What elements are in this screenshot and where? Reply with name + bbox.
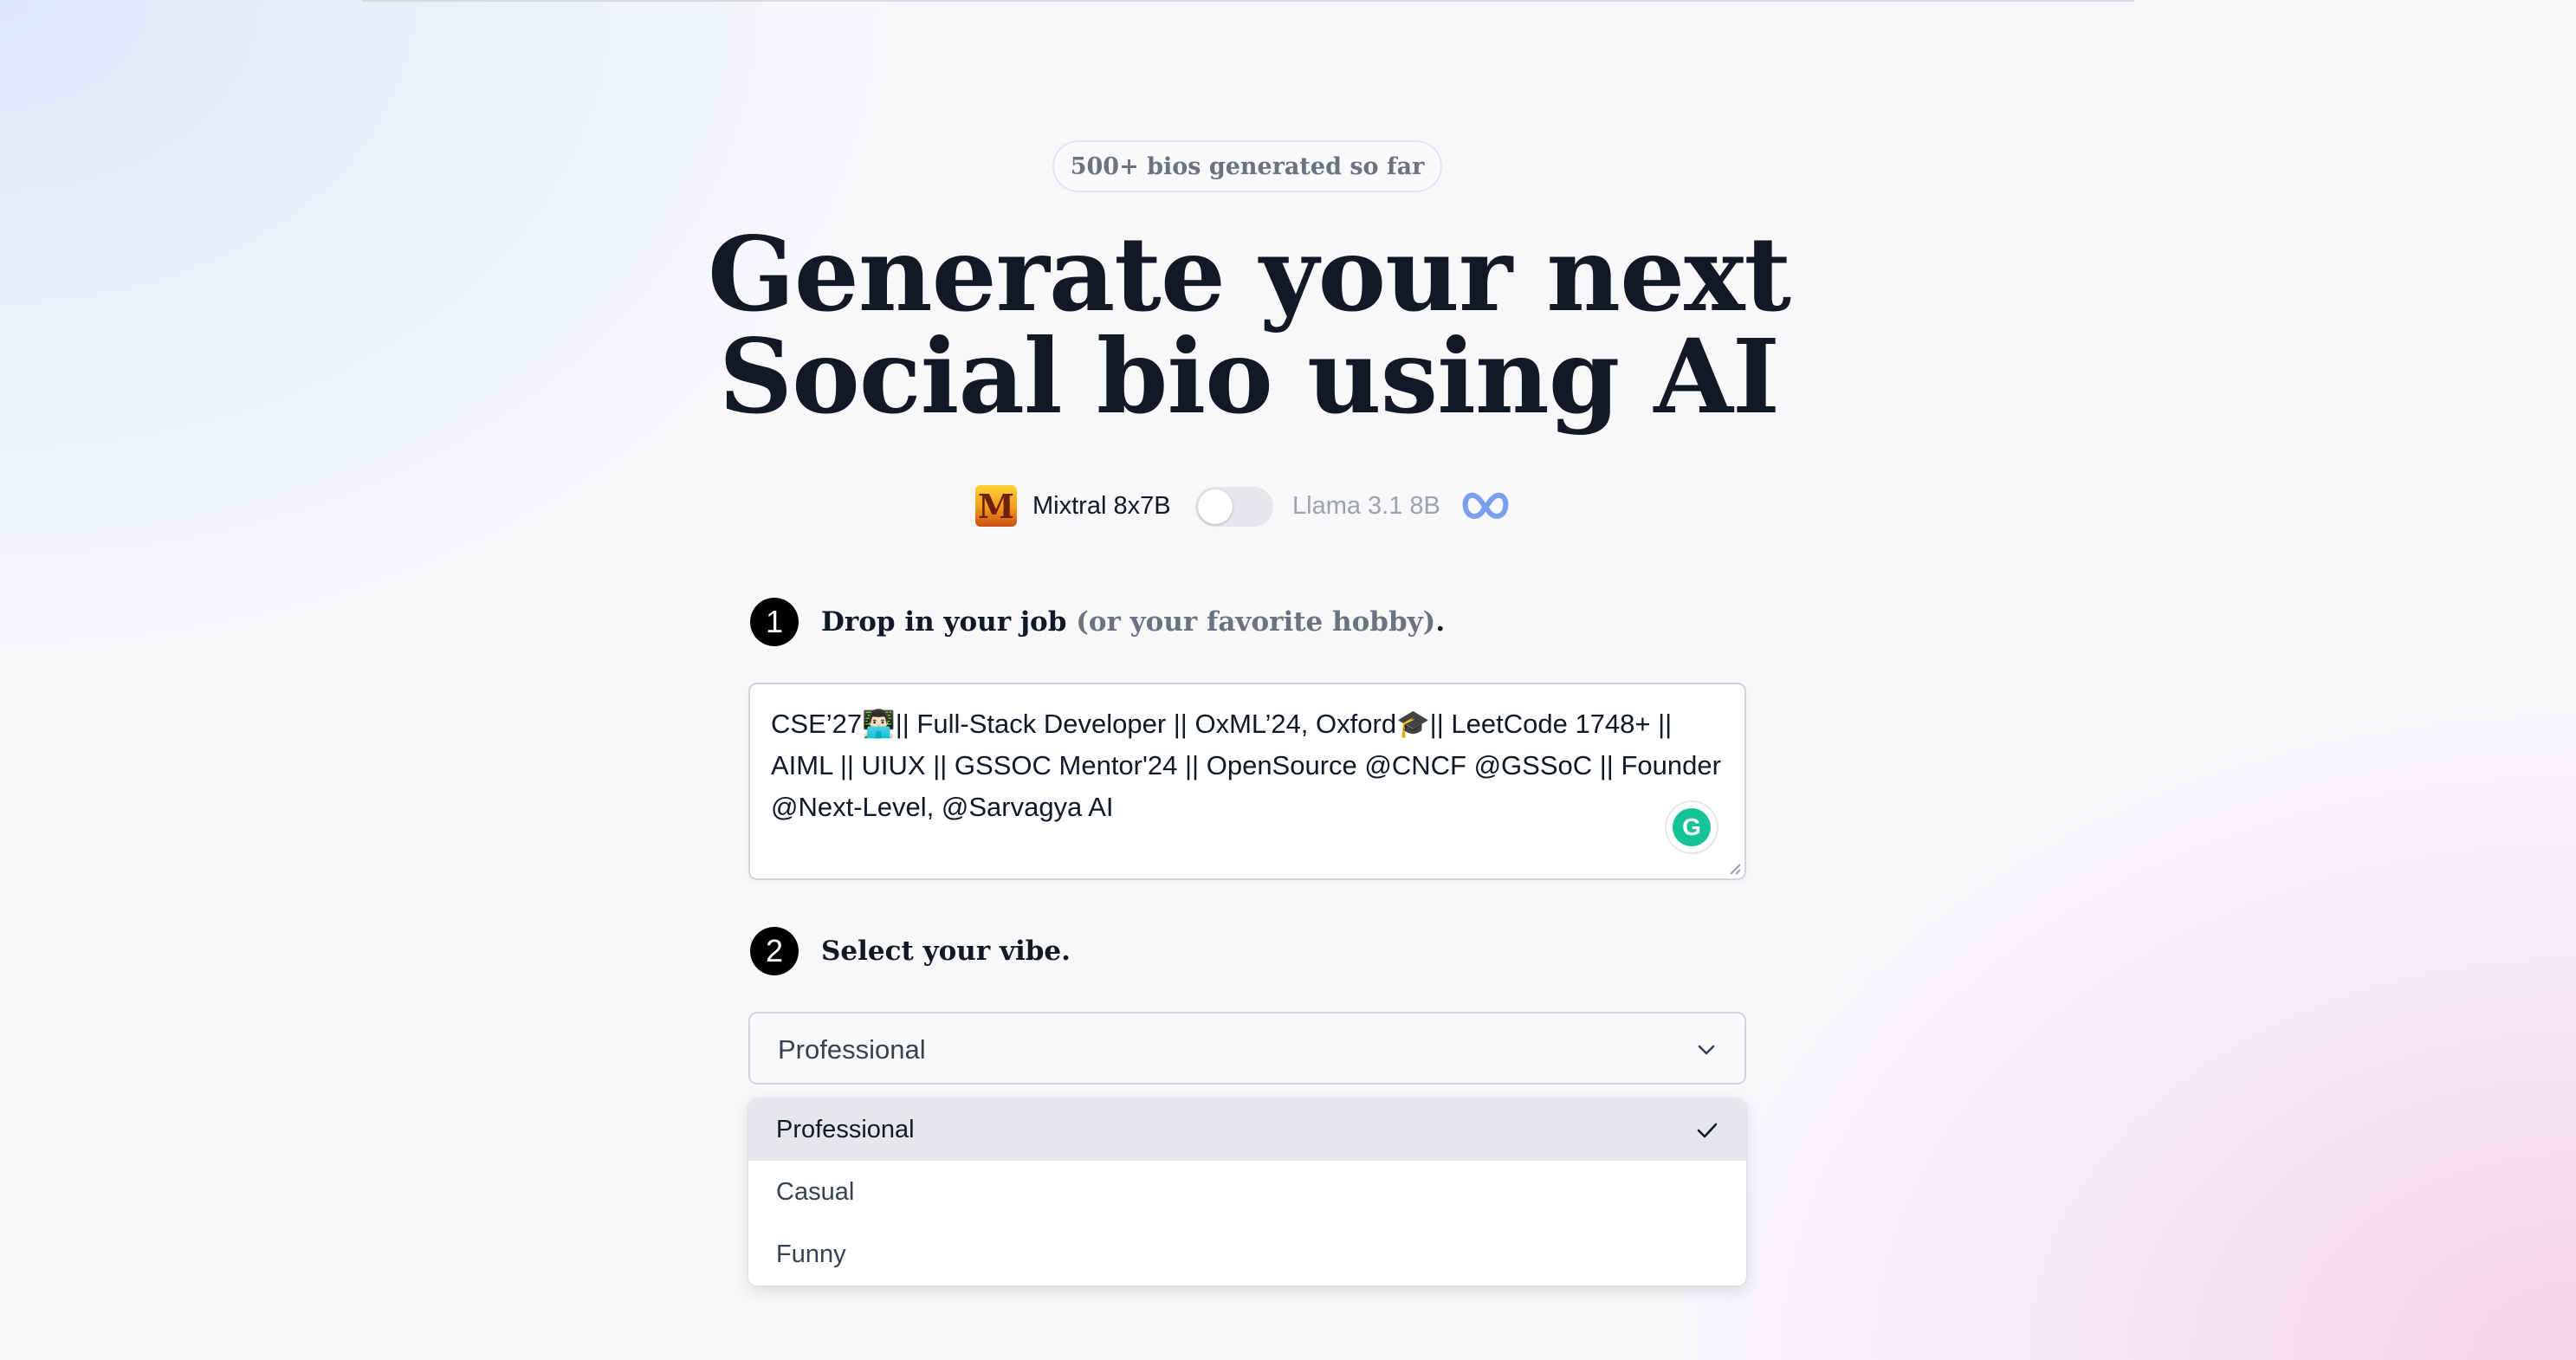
toggle-knob [1198,489,1233,524]
model-toggle[interactable] [1195,487,1273,527]
llama-label: Llama 3.1 8B [1292,492,1440,520]
step-1-number: 1 [750,598,799,646]
grammarly-letter: G [1673,808,1711,846]
vibe-option-funny[interactable]: Funny [748,1223,1746,1286]
step-1-label-main: Drop in your job [821,606,1067,638]
page-title: Generate your next Social bio using AI [0,223,2498,428]
mixtral-label: Mixtral 8x7B [1032,492,1171,520]
check-icon [1697,1123,1718,1138]
chevron-down-icon [1698,1045,1715,1055]
top-divider [362,0,2134,2]
vibe-select-value: Professional [778,1034,926,1065]
vibe-option-professional[interactable]: Professional [748,1098,1746,1161]
grammarly-icon[interactable]: G [1667,802,1717,852]
bios-count-badge: 500+ bios generated so far [1052,140,1442,192]
vibe-option-label: Casual [776,1177,855,1206]
job-input-value[interactable]: CSE’27👨🏻‍💻|| Full-Stack Developer || OxM… [771,709,1721,822]
step-1: 1 Drop in your job (or your favorite hob… [750,598,1746,646]
vibe-option-label: Professional [776,1115,915,1143]
vibe-select[interactable]: Professional [748,1012,1746,1085]
model-switch: M Mixtral 8x7B Llama 3.1 8B [975,482,1530,530]
bios-count-text: 500+ bios generated so far [1070,152,1425,180]
title-line-1: Generate your next [707,214,1791,334]
title-line-2: Social bio using AI [718,316,1780,437]
step-2-number: 2 [750,927,799,975]
meta-logo-icon [1462,492,1509,519]
mixtral-logo-icon: M [975,485,1017,527]
vibe-option-label: Funny [776,1240,846,1268]
resize-handle-icon[interactable] [1727,861,1741,875]
vibe-options-menu: Professional Casual Funny [748,1098,1746,1286]
vibe-option-casual[interactable]: Casual [748,1161,1746,1223]
step-1-label-suffix: . [1435,606,1446,638]
step-2: 2 Select your vibe. [750,927,1270,975]
step-1-label: Drop in your job (or your favorite hobby… [821,606,1445,638]
step-1-label-hint: (or your favorite hobby) [1076,606,1436,638]
job-input[interactable]: CSE’27👨🏻‍💻|| Full-Stack Developer || OxM… [748,683,1746,880]
step-2-label: Select your vibe. [821,936,1071,967]
